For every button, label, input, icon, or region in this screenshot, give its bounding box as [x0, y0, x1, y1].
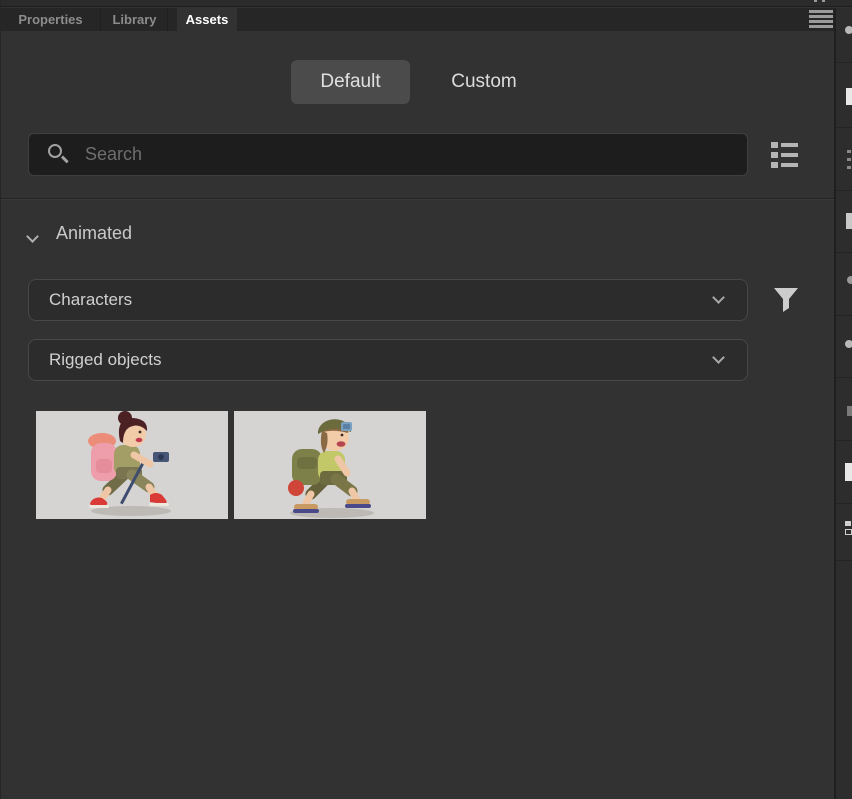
section-title-animated: Animated — [56, 223, 133, 243]
asset-thumbnail-hiking-girl[interactable] — [36, 411, 228, 519]
clipped-icon-fragment — [822, 0, 825, 2]
search-icon — [47, 143, 71, 167]
search-box — [28, 133, 748, 176]
clipped-icon-fragment — [845, 529, 852, 535]
chevron-down-icon — [712, 291, 725, 304]
clipped-icon-fragment — [845, 26, 852, 34]
tab-properties[interactable]: Properties — [1, 8, 101, 31]
default-toggle-button[interactable]: Default — [291, 60, 410, 104]
rigged-objects-dropdown-value: Rigged objects — [49, 350, 162, 369]
clipped-icon-fragment — [846, 213, 852, 229]
clipped-icon-fragment — [814, 0, 817, 2]
window-top-bar — [1, 0, 852, 7]
chevron-down-icon[interactable] — [26, 228, 44, 243]
custom-toggle-label: Custom — [451, 71, 517, 92]
search-input[interactable] — [85, 134, 725, 175]
clipped-icon-fragment — [847, 166, 851, 169]
clipped-icon-fragment — [845, 521, 851, 526]
clipped-icon-fragment — [847, 276, 852, 284]
list-view-icon[interactable] — [771, 142, 799, 169]
adjacent-panel-sliver — [834, 8, 852, 799]
characters-dropdown[interactable]: Characters — [28, 279, 748, 321]
filter-funnel-icon[interactable] — [773, 287, 799, 313]
clipped-icon-fragment — [845, 340, 852, 348]
chevron-down-icon — [712, 351, 725, 364]
characters-dropdown-value: Characters — [49, 290, 133, 309]
tab-assets[interactable]: Assets — [177, 8, 237, 31]
tab-library[interactable]: Library — [102, 8, 168, 31]
default-toggle-label: Default — [320, 71, 381, 92]
clipped-icon-fragment — [847, 158, 851, 161]
clipped-icon-fragment — [846, 88, 852, 105]
rigged-objects-dropdown[interactable]: Rigged objects — [28, 339, 748, 381]
clipped-icon-fragment — [847, 150, 851, 153]
panel-tab-bar: Properties Library Assets — [1, 8, 834, 31]
custom-toggle-button[interactable]: Custom — [434, 60, 534, 104]
section-divider — [1, 198, 834, 200]
hiking-girl-illustration — [88, 411, 171, 516]
assets-panel: Properties Library Assets Default Custom… — [0, 0, 852, 799]
hiking-boy-illustration — [288, 419, 374, 518]
asset-thumbnail-hiking-boy[interactable] — [234, 411, 426, 519]
clipped-icon-fragment — [847, 406, 852, 416]
clipped-icon-fragment — [845, 463, 852, 481]
panel-menu-icon[interactable] — [809, 10, 833, 28]
